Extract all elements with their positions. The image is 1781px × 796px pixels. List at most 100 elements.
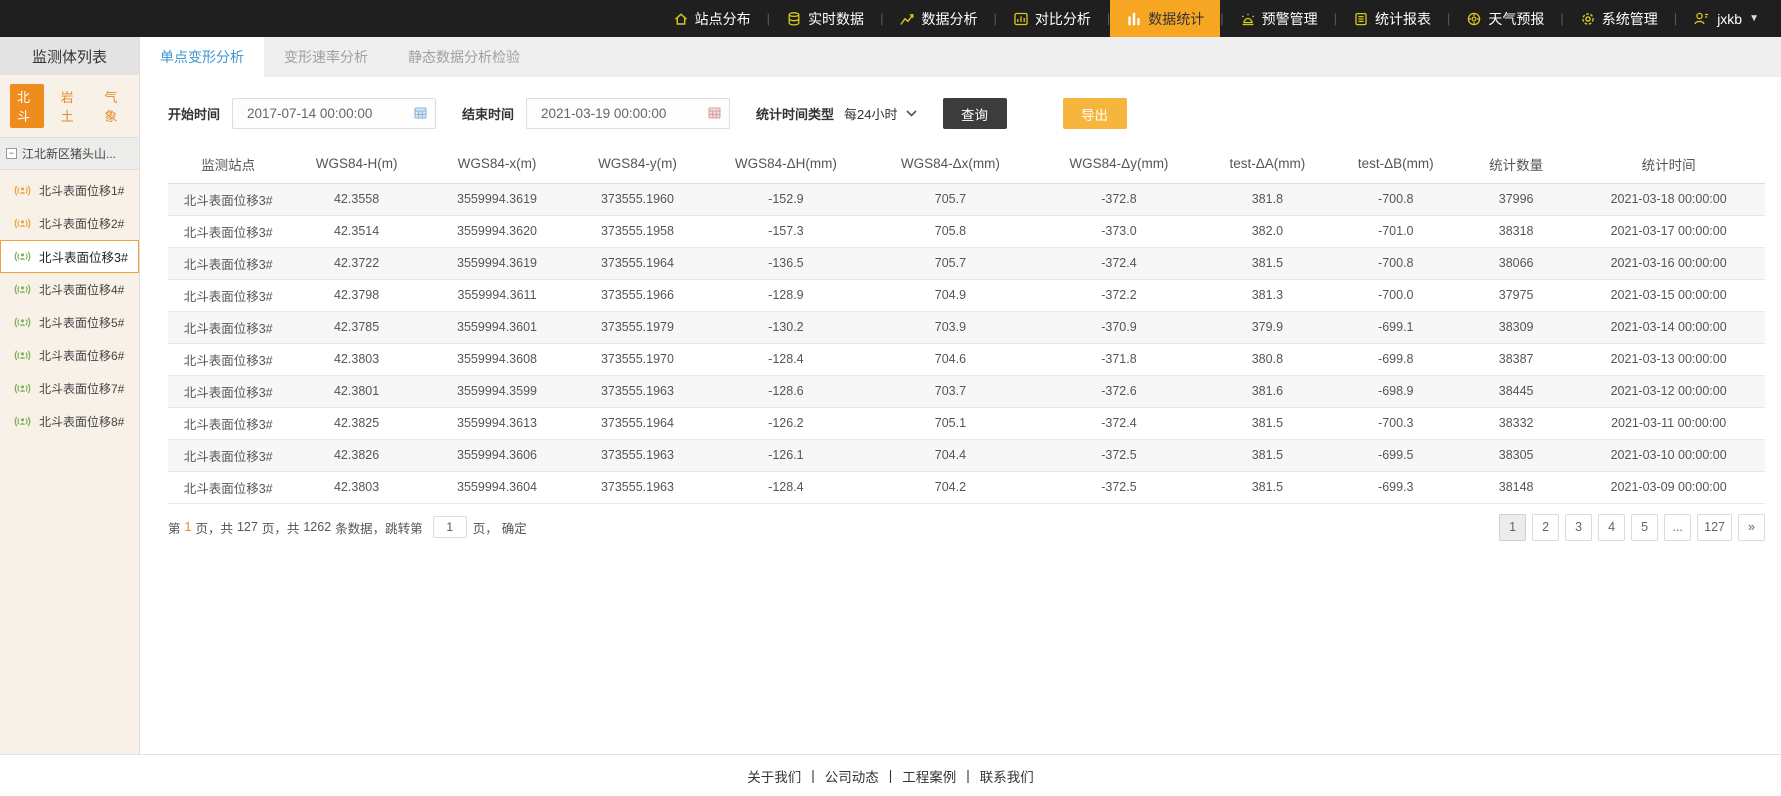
calendar-icon (708, 106, 721, 122)
sidebar-item-label: 北斗表面位移4# (39, 281, 124, 298)
table-row: 北斗表面位移3#42.37223559994.3619373555.1964-1… (168, 247, 1765, 279)
sidebar-item-station-1[interactable]: 北斗表面位移1# (0, 174, 139, 207)
sidebar-item-label: 北斗表面位移3# (39, 247, 128, 266)
analysis-tabbar: 单点变形分析 变形速率分析 静态数据分析检验 (140, 37, 1781, 77)
sidebar-item-station-8[interactable]: 北斗表面位移8# (0, 405, 139, 438)
page-text: 第 (168, 518, 181, 537)
table-cell: 373555.1960 (569, 183, 705, 215)
sidebar-tab-geotech[interactable]: 岩土 (54, 84, 88, 128)
table-cell: 704.6 (866, 343, 1035, 375)
end-time-input[interactable]: 2021-03-19 00:00:00 (526, 98, 730, 129)
footer-link-cases[interactable]: 工程案例 (902, 766, 956, 786)
tab-single-point-deformation[interactable]: 单点变形分析 (140, 37, 264, 77)
table-cell: -699.1 (1332, 311, 1460, 343)
page-button-3[interactable]: 3 (1565, 514, 1592, 541)
table-cell: 42.3803 (288, 471, 424, 503)
page-ellipsis[interactable]: ... (1664, 514, 1691, 541)
table-cell: 38387 (1460, 343, 1572, 375)
nav-item-label: 数据分析 (921, 9, 977, 29)
nav-item-site-distribution[interactable]: 站点分布 (657, 0, 767, 37)
next-page-button[interactable]: » (1738, 514, 1765, 541)
table-cell: 380.8 (1203, 343, 1331, 375)
footer: 关于我们 | 公司动态 | 工程案例 | 联系我们 (0, 754, 1781, 796)
nav-item-system-management[interactable]: 系统管理 (1564, 0, 1674, 37)
page-button-4[interactable]: 4 (1598, 514, 1625, 541)
tree-collapse-icon[interactable]: − (6, 148, 17, 159)
table-cell: 2021-03-15 00:00:00 (1572, 279, 1765, 311)
sidebar-item-station-3[interactable]: 北斗表面位移3# (0, 240, 139, 273)
table-cell: 705.7 (866, 247, 1035, 279)
column-header: test-ΔB(mm) (1332, 145, 1460, 183)
table-cell: 北斗表面位移3# (168, 215, 288, 247)
table-cell: -136.5 (706, 247, 867, 279)
sidebar-item-label: 北斗表面位移6# (39, 347, 124, 364)
sidebar-item-station-6[interactable]: 北斗表面位移6# (0, 339, 139, 372)
nav-item-alert-management[interactable]: 预警管理 (1224, 0, 1334, 37)
column-header: WGS84-y(m) (569, 145, 705, 183)
column-header: test-ΔA(mm) (1203, 145, 1331, 183)
table-cell: -128.4 (706, 343, 867, 375)
page-button-127[interactable]: 127 (1697, 514, 1732, 541)
tree-root-node[interactable]: − 江北新区猪头山... (0, 137, 139, 170)
table-cell: 705.8 (866, 215, 1035, 247)
table-cell: 38445 (1460, 375, 1572, 407)
tab-static-data-check[interactable]: 静态数据分析检验 (388, 37, 540, 77)
footer-link-news[interactable]: 公司动态 (825, 766, 879, 786)
table-cell: 42.3825 (288, 407, 424, 439)
page-button-5[interactable]: 5 (1631, 514, 1658, 541)
nav-item-weather-forecast[interactable]: 天气预报 (1450, 0, 1560, 37)
table-cell: 373555.1958 (569, 215, 705, 247)
sidebar-tab-beidou[interactable]: 北斗 (10, 84, 44, 128)
table-cell: 3559994.3599 (425, 375, 569, 407)
jump-page-input[interactable] (433, 516, 467, 538)
sidebar-item-station-7[interactable]: 北斗表面位移7# (0, 372, 139, 405)
table-row: 北斗表面位移3#42.38013559994.3599373555.1963-1… (168, 375, 1765, 407)
page-button-2[interactable]: 2 (1532, 514, 1559, 541)
table-cell: -126.2 (706, 407, 867, 439)
footer-link-about[interactable]: 关于我们 (747, 766, 801, 786)
jump-confirm-button[interactable]: 确定 (502, 518, 527, 537)
table-cell: 373555.1964 (569, 407, 705, 439)
stat-interval-select[interactable]: 每24小时 (844, 104, 916, 123)
nav-item-compare-analysis[interactable]: 对比分析 (997, 0, 1107, 37)
broadcast-icon (14, 281, 31, 298)
table-cell: 北斗表面位移3# (168, 375, 288, 407)
table-cell: -372.4 (1035, 247, 1204, 279)
sidebar-item-station-4[interactable]: 北斗表面位移4# (0, 273, 139, 306)
table-cell: 42.3558 (288, 183, 424, 215)
broadcast-icon (14, 314, 31, 331)
pagination-info: 第 1 页，共 127 页，共 1262 条数据，跳转第 页， 确定 (168, 516, 531, 538)
table-row: 北斗表面位移3#42.35583559994.3619373555.1960-1… (168, 183, 1765, 215)
export-button[interactable]: 导出 (1063, 98, 1127, 129)
page-button-1[interactable]: 1 (1499, 514, 1526, 541)
table-row: 北斗表面位移3#42.37853559994.3601373555.1979-1… (168, 311, 1765, 343)
chevron-down-icon (906, 110, 917, 117)
table-cell: 381.5 (1203, 439, 1331, 471)
user-menu[interactable]: jxkb ▼ (1677, 0, 1763, 37)
nav-item-realtime-data[interactable]: 实时数据 (770, 0, 880, 37)
table-cell: 373555.1963 (569, 471, 705, 503)
table-cell: -130.2 (706, 311, 867, 343)
start-time-label: 开始时间 (168, 104, 220, 123)
footer-link-contact[interactable]: 联系我们 (980, 766, 1034, 786)
sidebar-item-station-5[interactable]: 北斗表面位移5# (0, 306, 139, 339)
pagination: 第 1 页，共 127 页，共 1262 条数据，跳转第 页， 确定 12345… (168, 514, 1765, 541)
sidebar-item-station-2[interactable]: 北斗表面位移2# (0, 207, 139, 240)
table-cell: 381.5 (1203, 471, 1331, 503)
table-cell: 2021-03-17 00:00:00 (1572, 215, 1765, 247)
start-time-input[interactable]: 2017-07-14 00:00:00 (232, 98, 436, 129)
home-icon (673, 11, 689, 27)
broadcast-icon (14, 413, 31, 430)
table-cell: 42.3785 (288, 311, 424, 343)
nav-item-data-analysis[interactable]: 数据分析 (883, 0, 993, 37)
table-cell: -372.5 (1035, 471, 1204, 503)
nav-item-data-statistics[interactable]: 数据统计 (1110, 0, 1220, 37)
tab-deformation-rate[interactable]: 变形速率分析 (264, 37, 388, 77)
table-cell: 北斗表面位移3# (168, 311, 288, 343)
query-button[interactable]: 查询 (943, 98, 1007, 129)
table-cell: 38066 (1460, 247, 1572, 279)
nav-item-statistics-report[interactable]: 统计报表 (1337, 0, 1447, 37)
table-cell: 42.3801 (288, 375, 424, 407)
page-text: 条数据，跳转第 (335, 518, 423, 537)
sidebar-tab-weather[interactable]: 气象 (97, 84, 131, 128)
